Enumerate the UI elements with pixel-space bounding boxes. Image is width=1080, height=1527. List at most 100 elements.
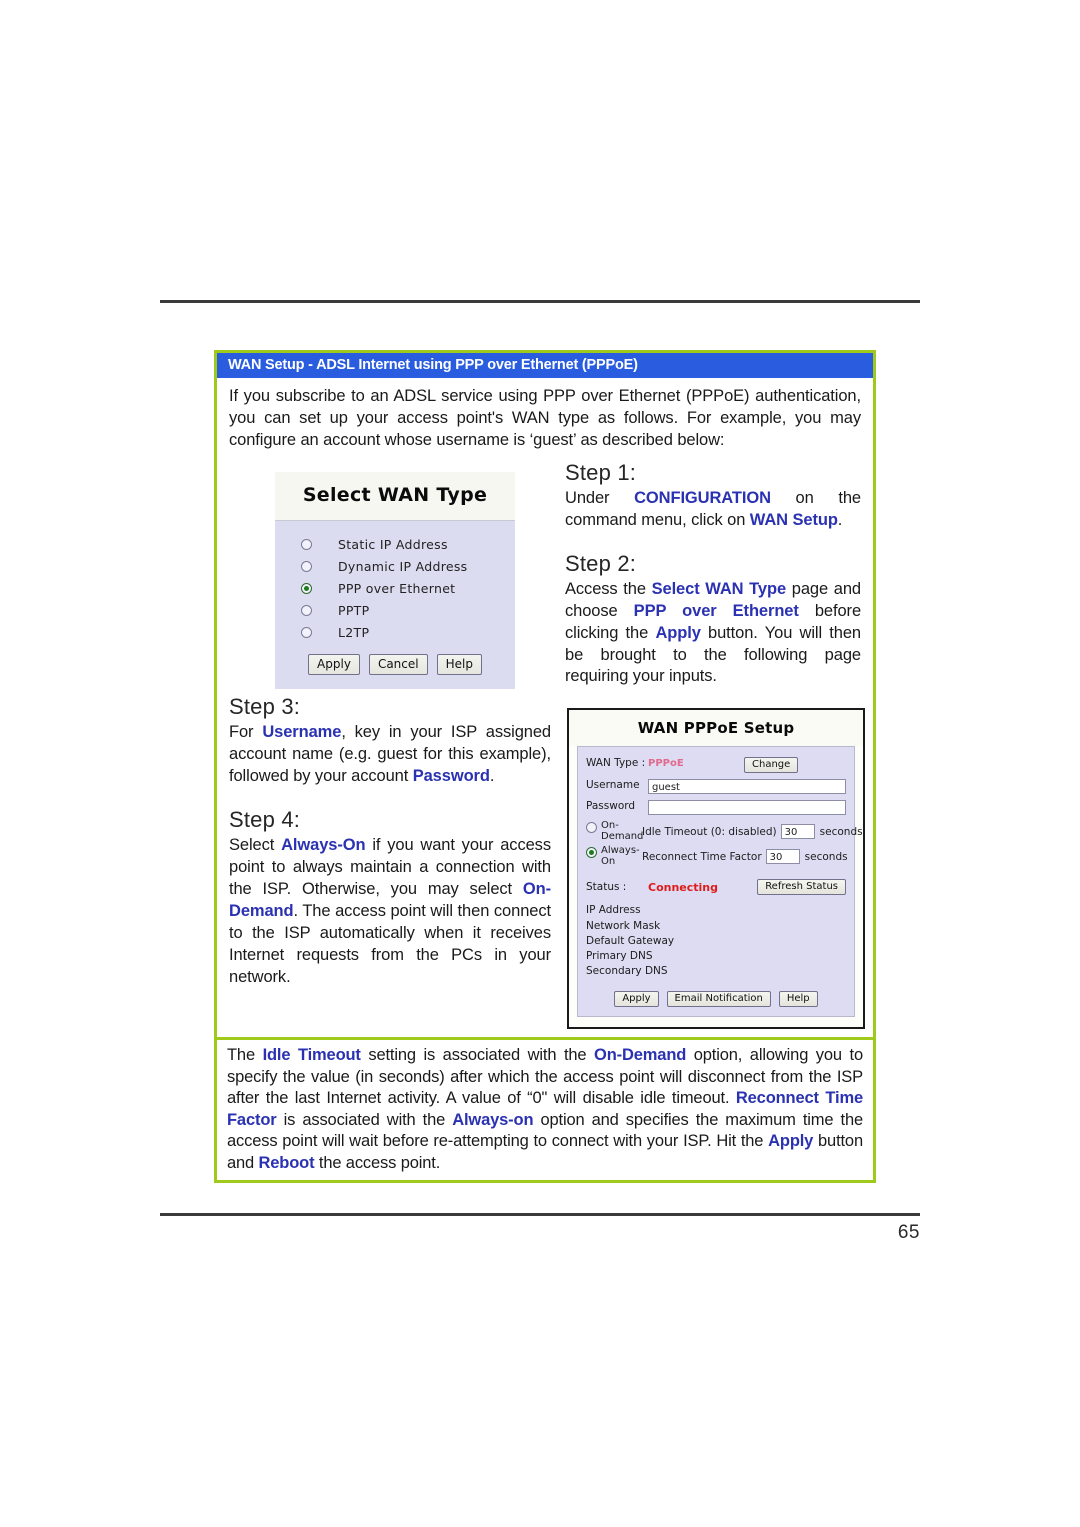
step-3-text: For Username, key in your ISP assigned a… bbox=[229, 723, 552, 786]
username-label: Username bbox=[586, 779, 640, 792]
apply-highlight: Apply bbox=[768, 1132, 814, 1151]
configuration-highlight: CONFIGURATION bbox=[634, 488, 771, 507]
steps-3-4-column: Step 3: For Username, key in your ISP as… bbox=[229, 692, 551, 992]
select-wan-type-body: Static IP Address Dynamic IP Address PPP… bbox=[275, 520, 515, 689]
intro-paragraph: If you subscribe to an ADSL service usin… bbox=[229, 387, 861, 449]
radio-icon[interactable] bbox=[301, 538, 312, 550]
idle-timeout-label: Idle Timeout (0: disabled) bbox=[642, 825, 777, 838]
ppp-over-ethernet-highlight: PPP over Ethernet bbox=[633, 601, 799, 620]
reboot-highlight: Reboot bbox=[258, 1153, 315, 1172]
password-row: Password bbox=[586, 800, 846, 816]
apply-button[interactable]: Apply bbox=[308, 653, 360, 675]
wan-type-option-label: L2TP bbox=[338, 624, 370, 640]
header-rule bbox=[160, 300, 920, 303]
wan-pppoe-setup-screenshot: WAN PPPoE Setup WAN Type : PPPoE Change … bbox=[567, 708, 865, 1030]
wan-type-option-label: Static IP Address bbox=[338, 536, 448, 552]
pppoe-screenshot-column: WAN PPPoE Setup WAN Type : PPPoE Change … bbox=[551, 692, 865, 1030]
radio-icon[interactable] bbox=[301, 604, 312, 616]
wan-type-screenshot-column: Select WAN Type Static IP Address Dynami… bbox=[229, 458, 551, 689]
network-mask-label: Network Mask bbox=[586, 919, 661, 932]
wan-type-label: WAN Type : bbox=[586, 757, 646, 770]
select-wan-type-highlight: Select WAN Type bbox=[651, 579, 787, 598]
email-notification-button[interactable]: Email Notification bbox=[666, 991, 771, 1008]
idle-timeout-highlight: Idle Timeout bbox=[262, 1046, 361, 1065]
wan-type-option-label: Dynamic IP Address bbox=[338, 558, 468, 574]
step-1-text: Under CONFIGURATION on the command menu,… bbox=[565, 488, 861, 529]
password-label: Password bbox=[586, 800, 636, 813]
wan-type-option-static[interactable]: Static IP Address bbox=[275, 537, 515, 552]
always-on-highlight: Always-On bbox=[281, 836, 366, 855]
pppoe-header: WAN PPPoE Setup bbox=[569, 710, 863, 747]
radio-icon[interactable] bbox=[301, 626, 312, 638]
select-wan-type-title: Select WAN Type bbox=[302, 483, 488, 506]
idle-timeout-units: seconds bbox=[819, 825, 863, 838]
wan-type-option-dynamic[interactable]: Dynamic IP Address bbox=[275, 559, 515, 574]
primary-dns-label: Primary DNS bbox=[586, 950, 653, 963]
help-button[interactable]: Help bbox=[778, 991, 818, 1008]
box-body: If you subscribe to an ADSL service usin… bbox=[217, 378, 873, 1037]
cancel-button[interactable]: Cancel bbox=[368, 653, 428, 675]
idle-timeout-input[interactable]: 30 bbox=[780, 824, 815, 840]
step-2-text: Access the Select WAN Type page and choo… bbox=[565, 579, 862, 686]
step-4-heading: Step 4: bbox=[229, 807, 301, 833]
radio-icon[interactable] bbox=[301, 560, 312, 572]
note-strip: The Idle Timeout setting is associated w… bbox=[217, 1037, 873, 1180]
default-gateway-label: Default Gateway bbox=[586, 934, 675, 947]
wan-type-option-pptp[interactable]: PPTP bbox=[275, 603, 515, 618]
wan-type-value: PPPoE bbox=[648, 758, 684, 770]
wan-type-row: WAN Type : PPPoE Change bbox=[586, 757, 846, 774]
always-on-option[interactable]: Always-On bbox=[586, 846, 642, 867]
pppoe-title: WAN PPPoE Setup bbox=[637, 719, 795, 738]
status-row: Status : Connecting Refresh Status bbox=[586, 879, 846, 896]
select-wan-type-screenshot: Select WAN Type Static IP Address Dynami… bbox=[275, 471, 515, 689]
radio-selected-icon[interactable] bbox=[586, 847, 597, 859]
ip-address-label: IP Address bbox=[586, 904, 641, 917]
step-1-heading: Step 1: bbox=[565, 459, 637, 485]
on-demand-option[interactable]: On-Demand bbox=[586, 820, 644, 842]
apply-button[interactable]: Apply bbox=[614, 991, 659, 1008]
wan-type-option-label: PPP over Ethernet bbox=[338, 580, 456, 596]
radio-icon[interactable] bbox=[586, 822, 597, 834]
always-on-label: Always-On bbox=[601, 845, 640, 867]
reconnect-time-factor-input[interactable]: 30 bbox=[765, 849, 800, 865]
password-input[interactable] bbox=[648, 800, 846, 816]
always-on-highlight: Always-on bbox=[452, 1110, 534, 1129]
note-text: The Idle Timeout setting is associated w… bbox=[227, 1046, 863, 1172]
username-input[interactable]: guest bbox=[648, 779, 846, 795]
secondary-dns-label: Secondary DNS bbox=[586, 965, 668, 978]
pppoe-form: WAN Type : PPPoE Change Username guest P… bbox=[577, 746, 863, 1018]
document-page: WAN Setup - ADSL Internet using PPP over… bbox=[0, 0, 1080, 1527]
help-button[interactable]: Help bbox=[436, 653, 482, 675]
on-demand-label: On-Demand bbox=[601, 820, 644, 842]
box-title: WAN Setup - ADSL Internet using PPP over… bbox=[217, 353, 873, 378]
refresh-status-button[interactable]: Refresh Status bbox=[757, 879, 846, 896]
step-2-heading: Step 2: bbox=[565, 550, 637, 576]
row-step3-step4: Step 3: For Username, key in your ISP as… bbox=[229, 692, 865, 1030]
reconnect-time-factor-label: Reconnect Time Factor bbox=[642, 850, 762, 863]
username-row: Username guest bbox=[586, 779, 846, 795]
radio-selected-icon[interactable] bbox=[301, 582, 312, 594]
wan-type-option-label: PPTP bbox=[338, 602, 370, 618]
status-label: Status : bbox=[586, 881, 627, 894]
pppoe-buttons: Apply Email Notification Help bbox=[586, 991, 846, 1008]
wan-type-option-l2tp[interactable]: L2TP bbox=[275, 625, 515, 640]
always-on-row: Always-On Reconnect Time Factor 30 secon… bbox=[586, 846, 848, 867]
steps-1-2-column: Step 1: Under CONFIGURATION on the comma… bbox=[551, 458, 861, 693]
apply-highlight: Apply bbox=[655, 623, 701, 642]
select-wan-type-header: Select WAN Type bbox=[275, 471, 515, 521]
readonly-fields: IP Address Network Mask Default Gateway … bbox=[586, 903, 846, 979]
wan-setup-highlight: WAN Setup bbox=[749, 510, 838, 529]
wan-type-option-pppoe[interactable]: PPP over Ethernet bbox=[275, 581, 515, 596]
username-highlight: Username bbox=[262, 723, 342, 742]
select-wan-type-buttons: Apply Cancel Help bbox=[275, 653, 515, 675]
footer-rule bbox=[160, 1213, 920, 1216]
on-demand-row: On-Demand Idle Timeout (0: disabled) 30 … bbox=[586, 820, 863, 842]
step-3-heading: Step 3: bbox=[229, 694, 301, 720]
row-step1-step2: Select WAN Type Static IP Address Dynami… bbox=[229, 458, 861, 693]
change-button[interactable]: Change bbox=[744, 757, 799, 774]
step-4-text: Select Always-On if you want your access… bbox=[229, 836, 551, 986]
status-badge: Connecting bbox=[648, 880, 719, 894]
reconnect-time-units: seconds bbox=[804, 850, 848, 863]
